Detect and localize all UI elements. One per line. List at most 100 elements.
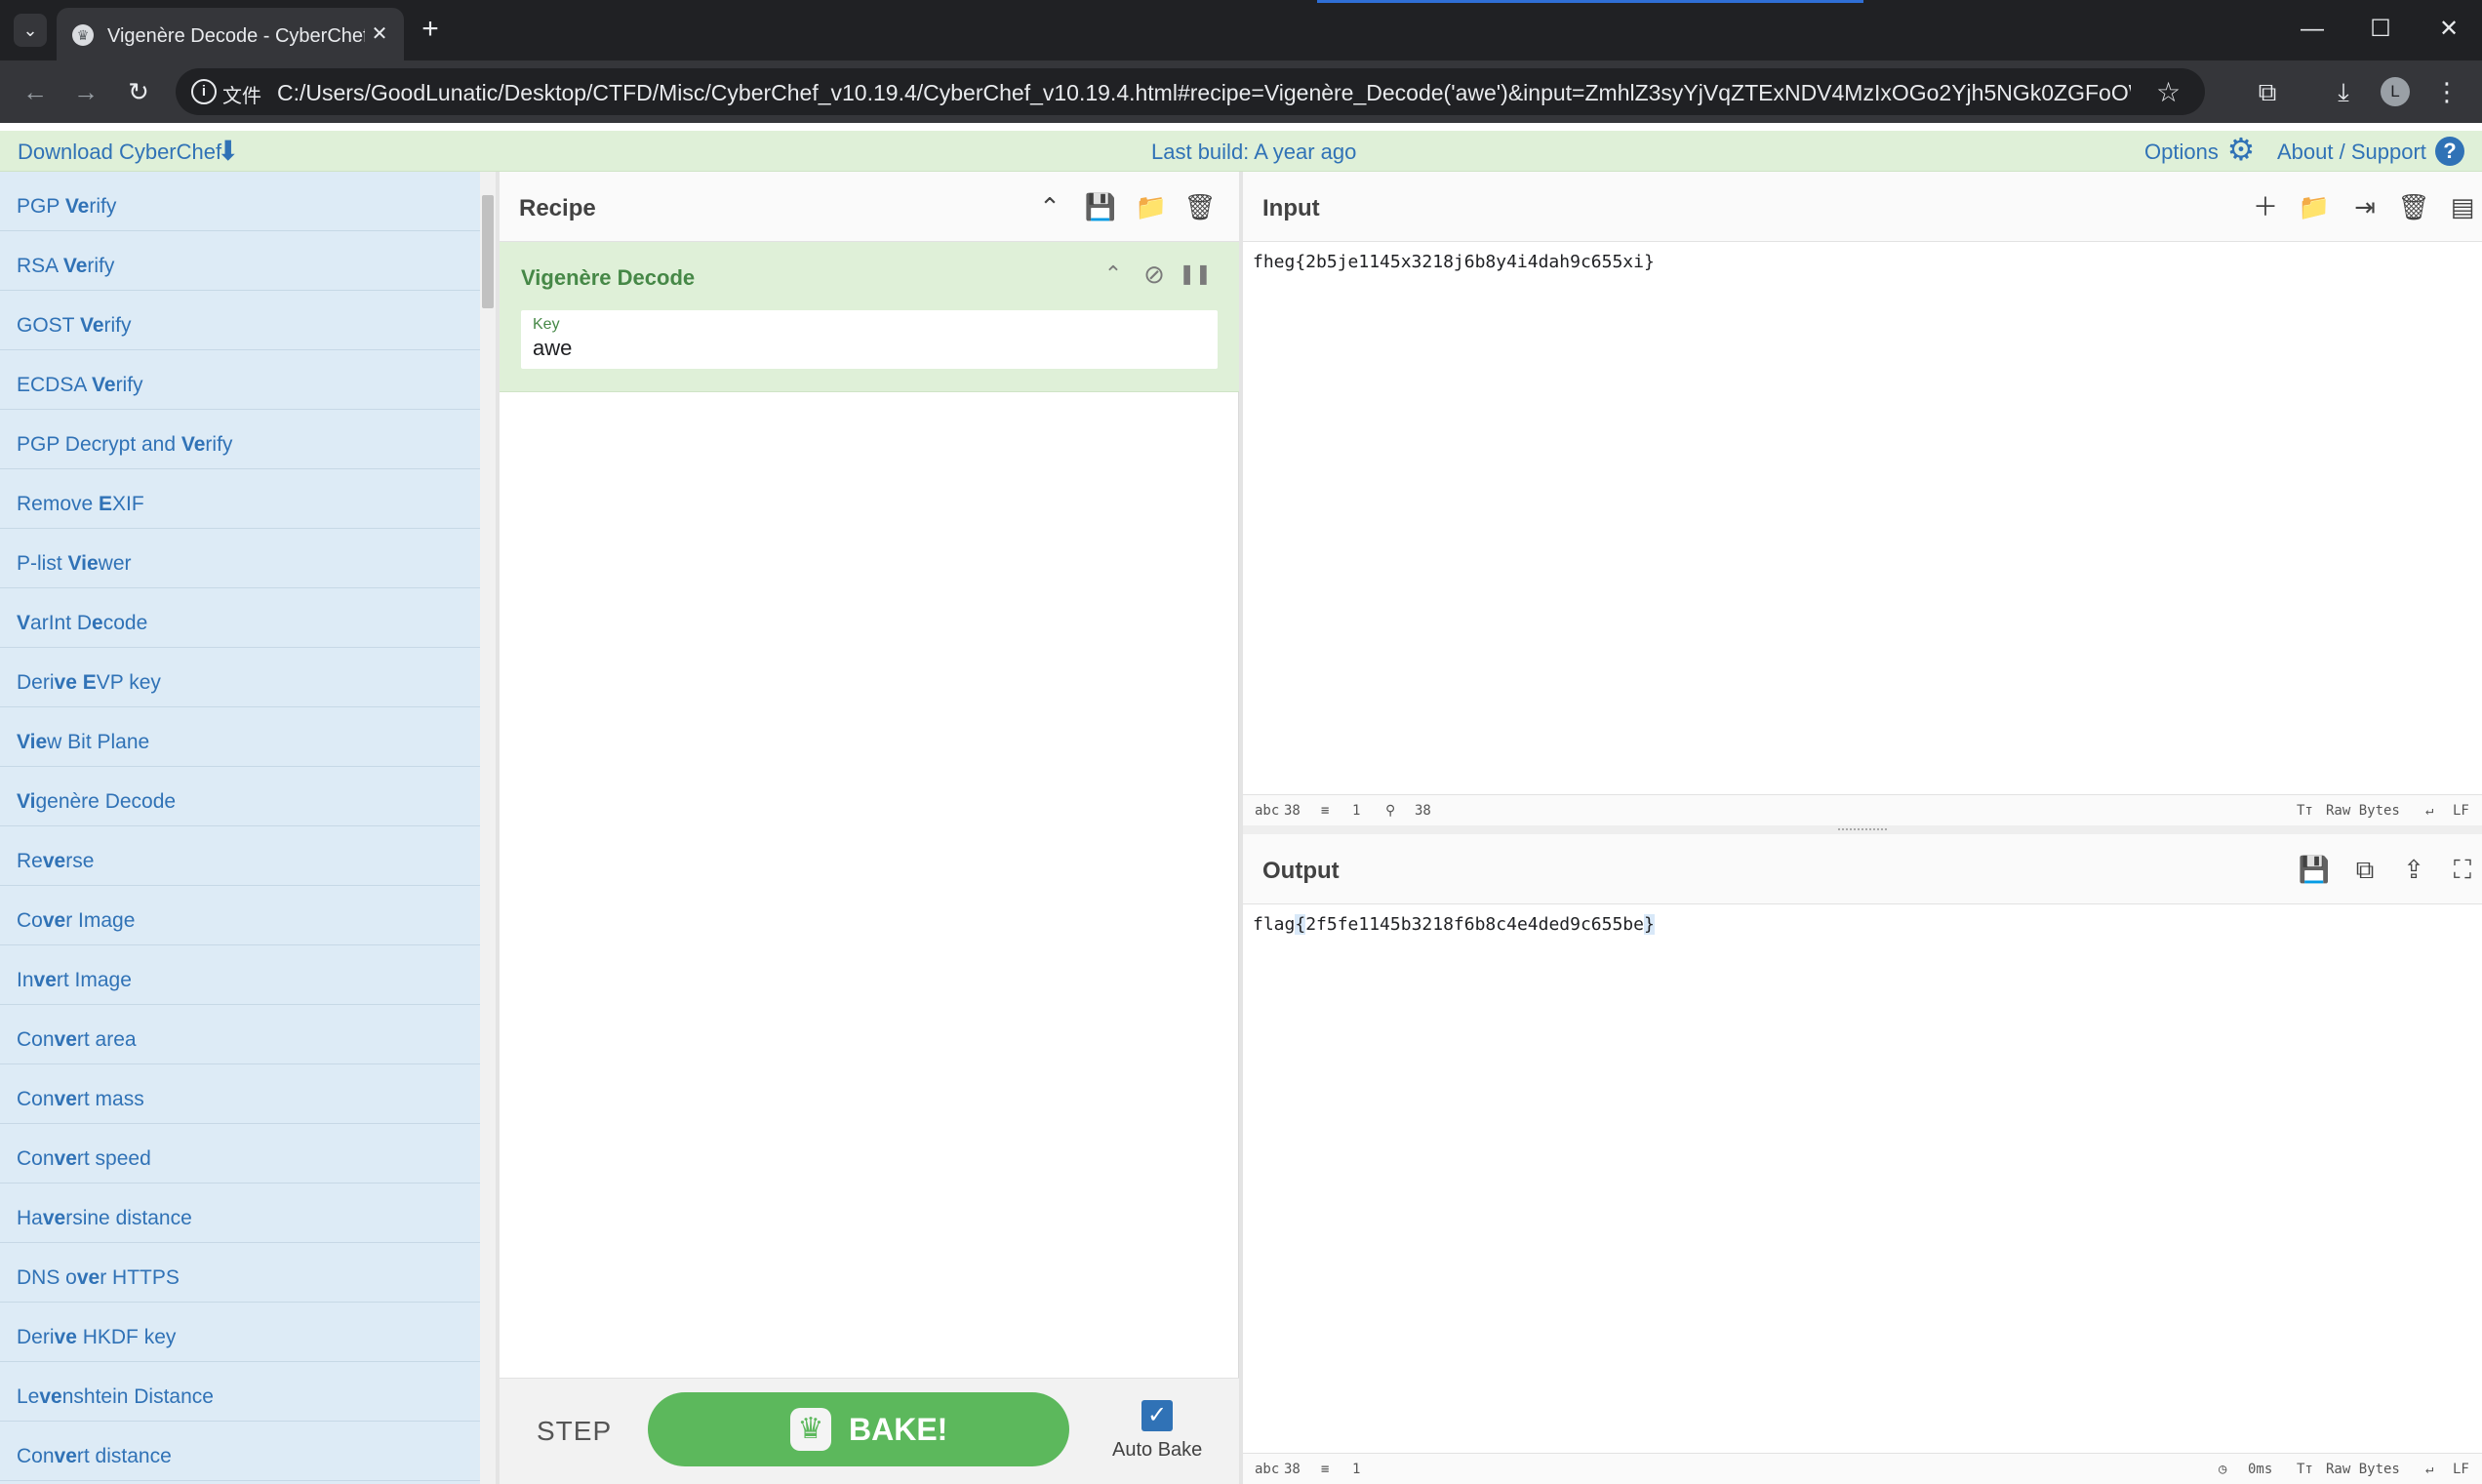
window-close-icon[interactable]: ✕ [2420,10,2478,49]
save-icon[interactable]: 💾 [2295,852,2334,887]
open-file-icon[interactable]: ⇥ [2345,189,2384,224]
replace-input-icon[interactable]: ⇪ [2394,852,2433,887]
forward-arrow-icon[interactable]: → [68,74,103,109]
text-encoding-icon[interactable]: Tт [2297,1462,2313,1477]
profile-avatar[interactable]: L [2381,77,2410,106]
step-button[interactable]: STEP [537,1416,612,1447]
operation-list-item[interactable]: Convert mass [0,1064,480,1124]
operation-list-item[interactable]: GOST Verify [0,291,480,350]
io-resize-gutter[interactable] [1243,825,2482,834]
file-chip: 文件 [222,86,261,107]
open-folder-icon[interactable]: 📁 [2295,189,2334,224]
chevron-up-icon[interactable]: ⌃ [1097,258,1130,291]
back-arrow-icon[interactable]: ← [18,74,53,109]
operation-list-item[interactable]: View Bit Plane [0,707,480,767]
output-eol[interactable]: LF [2453,1462,2469,1477]
tab-search-button[interactable]: ⌄ [14,14,47,47]
trash-icon[interactable]: 🗑 [1182,189,1218,224]
bake-bar: STEP ♛ BAKE! ✓ Auto Bake [500,1378,1239,1484]
operation-match-text: ve E [54,671,97,694]
trash-icon[interactable]: 🗑 [2394,189,2433,224]
maximize-icon[interactable]: ☐ [2351,10,2410,49]
extensions-puzzle-icon[interactable]: ⧉ [2250,74,2285,109]
eol-icon[interactable]: ↵ [2425,803,2433,819]
reset-layout-icon[interactable]: ▤ [2443,189,2482,224]
download-arrow-icon[interactable]: ⬇ [217,135,239,167]
key-input[interactable]: awe [533,336,572,361]
tab-close-icon[interactable]: ✕ [365,20,394,49]
operation-list-item[interactable]: Levenshtein Distance [0,1362,480,1422]
help-question-icon[interactable]: ? [2435,137,2464,166]
operation-list-item[interactable]: RSA Verify [0,231,480,291]
operation-list-item[interactable]: DNS over HTTPS [0,1243,480,1303]
operation-list-item[interactable]: Vigenère Decode [0,767,480,826]
output-textarea[interactable]: flag{2f5fe1145b3218f6b8c4e4ded9c655be} [1253,914,2462,935]
output-panel: Output 💾 ⧉ ⇪ ⛶ flag{2f5fe1145b3218f6b8c4… [1243,834,2482,1484]
about-support-link[interactable]: About / Support [2277,140,2426,165]
options-link[interactable]: Options [2144,140,2219,165]
site-info-icon[interactable]: i [191,79,217,104]
key-field[interactable]: Key awe [521,310,1218,369]
new-tab-button[interactable]: + [414,14,447,47]
operation-list-item[interactable]: Haversine distance [0,1183,480,1243]
operation-list-item[interactable]: VarInt Decode [0,588,480,648]
operation-text: arInt D [30,612,93,634]
operation-list-item[interactable]: Derive EVP key [0,648,480,707]
resize-grip[interactable] [1838,828,1887,831]
operation-list-item[interactable]: PGP Verify [0,172,480,231]
browser-menu-kebab-icon[interactable]: ⋮ [2429,74,2464,109]
operation-list-item[interactable]: Convert speed [0,1124,480,1183]
minimize-icon[interactable]: — [2283,10,2342,49]
operations-scrollbar-thumb[interactable] [482,195,494,308]
address-bar[interactable]: i 文件 C:/Users/GoodLunatic/Desktop/CTFD/M… [176,68,2205,115]
download-cyberchef-link[interactable]: Download CyberChef [18,140,221,165]
operation-list-item[interactable]: Convert area [0,1005,480,1064]
input-eol[interactable]: LF [2453,803,2469,819]
reload-icon[interactable]: ↻ [121,74,156,109]
maximize-icon[interactable]: ⛶ [2443,852,2482,887]
recipe-operation-card[interactable]: Vigenère Decode ⌃ ⊘ ❚❚ Key awe [500,242,1239,392]
operation-text: rt Image [56,969,132,991]
operation-text: Con [17,1445,55,1467]
operation-match-text: ve [76,1266,100,1289]
operation-text: rt speed [76,1147,151,1170]
operation-list-item[interactable]: Remove EXIF [0,469,480,529]
url-text[interactable]: C:/Users/GoodLunatic/Desktop/CTFD/Misc/C… [277,80,2131,106]
operations-scrollbar[interactable] [480,172,496,1484]
disable-circle-icon[interactable]: ⊘ [1138,258,1171,291]
operation-list-item[interactable]: P-list Viewer [0,529,480,588]
operation-text: code [102,612,148,634]
operation-list-item[interactable]: Derive HKDF key [0,1303,480,1362]
operation-text: VP key [96,671,161,694]
output-brace-close: } [1643,914,1655,935]
auto-bake-checkbox[interactable]: ✓ [1141,1400,1173,1431]
operation-text: rse [65,850,95,872]
operation-list-item[interactable]: PGP Decrypt and Verify [0,410,480,469]
clock-icon: ◷ [2219,1462,2227,1477]
save-icon[interactable]: 💾 [1083,189,1118,224]
input-textarea[interactable]: fheg{2b5je1145x3218j6b8y4i4dah9c655xi} [1253,252,2462,272]
add-tab-plus-icon[interactable]: ＋ [2246,189,2285,224]
operation-list-item[interactable]: Convert distance [0,1422,480,1481]
operation-list-item[interactable]: ECDSA Verify [0,350,480,410]
operation-text: nshtein Distance [61,1385,214,1408]
eol-icon[interactable]: ↵ [2425,1462,2433,1477]
operation-list-item[interactable]: Reverse [0,826,480,886]
bookmark-star-icon[interactable]: ☆ [2156,76,2181,108]
output-encoding[interactable]: Raw Bytes [2326,1462,2400,1477]
input-encoding[interactable]: Raw Bytes [2326,803,2400,819]
operation-list-item[interactable]: Invert Image [0,945,480,1005]
bake-button[interactable]: ♛ BAKE! [648,1392,1069,1466]
operation-text: rify [205,433,233,456]
gear-icon[interactable]: ⚙ [2224,133,2258,166]
copy-icon[interactable]: ⧉ [2345,852,2384,887]
key-label: Key [533,316,560,333]
pause-icon[interactable]: ❚❚ [1179,258,1212,291]
chevron-up-icon[interactable]: ⌃ [1032,189,1067,224]
folder-icon[interactable]: 📁 [1134,189,1169,224]
text-encoding-icon[interactable]: Tт [2297,803,2313,819]
downloads-icon[interactable]: ⤓ [2326,74,2361,109]
operation-list-item[interactable]: Cover Image [0,886,480,945]
browser-tab[interactable]: ♛ Vigenère Decode - CyberChef ✕ [57,8,404,60]
output-text-body: 2f5fe1145b3218f6b8c4e4ded9c655be [1305,914,1644,935]
